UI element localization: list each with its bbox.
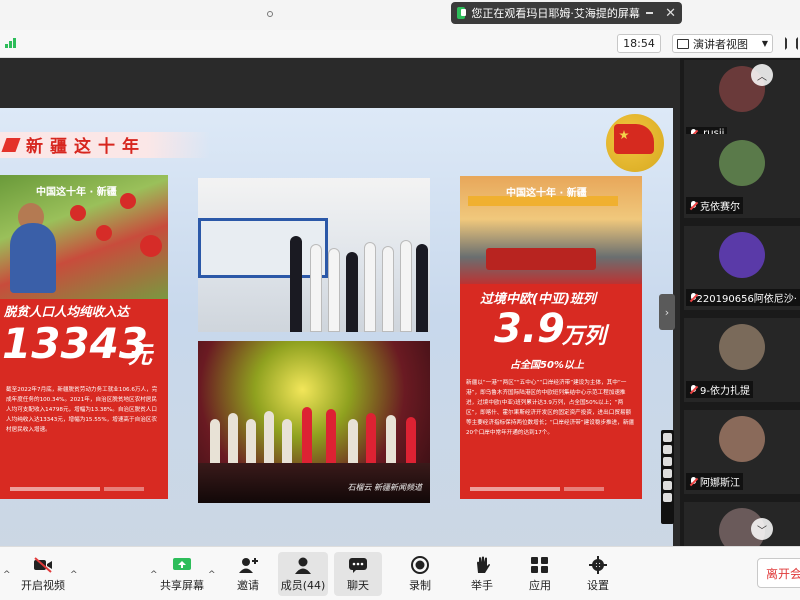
close-icon[interactable]: ✕ [665,7,676,20]
card-unit: 万列 [562,324,607,349]
participant-name: 9-依力扎提 [700,386,750,397]
apps-button[interactable]: 应用 [526,552,554,596]
share-screen-icon [172,556,192,574]
shared-screen: 新疆这十年 中国这十年 · 新疆 脱贫人口人均纯收入达 13343 元 截至20… [0,58,680,576]
invite-button[interactable]: 邀请 [234,552,262,596]
add-user-icon [238,556,258,574]
display-wall [198,218,328,278]
share-screen-button[interactable]: 共享屏幕 [160,552,204,596]
share-more-caret-icon[interactable]: ^ [208,570,216,580]
scroll-down-button[interactable]: ﹀ [751,518,773,540]
record-icon [410,556,430,574]
card-tag: 中国这十年 · 新疆 [506,188,587,199]
participant-video [719,140,765,186]
share-options-caret-icon[interactable]: ^ [150,570,158,580]
youth-league-emblem [606,114,664,172]
signal-strength-icon[interactable] [5,36,19,48]
meeting-timer: 18:54 [617,34,661,53]
eraser-icon[interactable] [663,457,672,466]
share-banner-text: 您正在观看玛日耶姆·艾海提的屏幕 [471,7,640,20]
meeting-window: 您正在观看玛日耶姆·艾海提的屏幕 ✕ 18:54 演讲者视图 ▼ 新疆这十年 中… [0,0,800,600]
card-footer-logo [564,487,604,491]
pen-icon[interactable] [663,433,672,442]
camera-dot-icon [267,11,273,17]
video-options-caret-icon[interactable]: ^ [70,570,78,580]
participant-tile[interactable]: .rusii [684,60,800,144]
mic-muted-icon [689,384,698,395]
card-big-number: 3.9 [494,306,565,352]
participant-tile[interactable]: 克依赛尔 [684,134,800,218]
apps-grid-icon [530,556,550,574]
participant-tile[interactable]: 阿娜斯江 [684,410,800,494]
highlighter-icon[interactable] [663,445,672,454]
chat-button[interactable]: 聊天 [334,552,382,596]
card-tag: 中国这十年 · 新疆 [36,187,117,198]
slide: 新疆这十年 中国这十年 · 新疆 脱贫人口人均纯收入达 13343 元 截至20… [0,108,673,576]
chat-icon [348,556,368,574]
screen-share-icon [457,7,467,19]
participant-name: 阿娜斯江 [700,478,740,489]
members-icon [293,556,313,574]
mic-muted-icon [689,200,698,211]
bottom-toolbar [0,546,800,600]
card-body-text: 新疆以“一港”“两区”“五中心”“口岸经济带”建设为主体，其中“一港”，即乌鲁木… [466,380,635,436]
mic-muted-icon [689,476,698,487]
card-footer-logo [104,487,144,491]
scroll-up-button[interactable]: ︿ [751,64,773,86]
undo-icon[interactable] [663,481,672,490]
photo-caption: 石榴云 新疆新闻频道 [347,483,422,492]
card-headline: 过境中欧(中亚)班列 [480,292,596,307]
record-button[interactable]: 录制 [406,552,434,596]
panel-collapse-button[interactable]: › [659,294,675,330]
fullscreen-icon[interactable] [785,37,798,50]
camera-off-icon [33,556,53,574]
china-europe-train-card: 中国这十年 · 新疆 过境中欧(中亚)班列 3.9 万列 占全国50%以上 新疆… [460,176,642,499]
share-banner: 您正在观看玛日耶姆·艾海提的屏幕 ✕ [451,2,682,24]
participant-tile[interactable]: 9-依力扎提 [684,318,800,402]
dance-performance-photo: 石榴云 新疆新闻频道 [198,341,430,503]
participant-name: 克依赛尔 [700,202,740,213]
mic-muted-icon [689,292,696,303]
farmer-body [10,223,56,293]
participant-tile[interactable]: 220190656阿依尼沙· [684,226,800,310]
participant-video [719,324,765,370]
participant-name: 220190656阿依尼沙· [696,294,797,305]
card-big-number: 13343 [2,319,149,368]
slide-title: 新疆这十年 [26,137,146,157]
participant-video [719,416,765,462]
view-mode-label: 演讲者视图 [693,37,748,51]
participant-video [719,232,765,278]
chevron-down-icon: ▼ [761,39,768,48]
members-button[interactable]: 成员(44) [278,552,328,596]
card-unit: 元 [128,341,152,369]
raise-hand-button[interactable]: 举手 [468,552,496,596]
speaker-view-icon [677,38,689,49]
card-footer-logo [470,487,560,491]
card-headline: 脱贫人口人均纯收入达 [4,304,130,319]
hand-icon [472,556,492,574]
meeting-visit-photo [198,178,430,332]
gear-icon [588,556,608,574]
freight-train [486,248,596,270]
arrow-icon[interactable] [663,469,672,478]
annotation-toolbar[interactable] [661,430,674,524]
card-subhead: 占全国50%以上 [510,360,584,371]
video-button[interactable]: 开启视频 [18,552,68,596]
top-bar: 您正在观看玛日耶姆·艾海提的屏幕 ✕ [0,0,800,30]
view-mode-button[interactable]: 演讲者视图 ▼ [672,34,773,53]
audio-options-caret-icon[interactable]: ^ [3,570,11,580]
leave-meeting-button[interactable]: 离开会 [757,558,800,588]
card-footer-logo [10,487,100,491]
save-icon[interactable] [663,493,672,502]
card-body-text: 截至2022年7月底，新疆脱贫劳动力务工就业106.6万人，完成年度任务的100… [6,387,158,433]
settings-button[interactable]: 设置 [584,552,612,596]
poverty-income-card: 中国这十年 · 新疆 脱贫人口人均纯收入达 13343 元 截至2022年7月底… [0,175,168,499]
minimize-icon[interactable] [645,12,654,14]
participant-tile[interactable] [684,502,800,546]
